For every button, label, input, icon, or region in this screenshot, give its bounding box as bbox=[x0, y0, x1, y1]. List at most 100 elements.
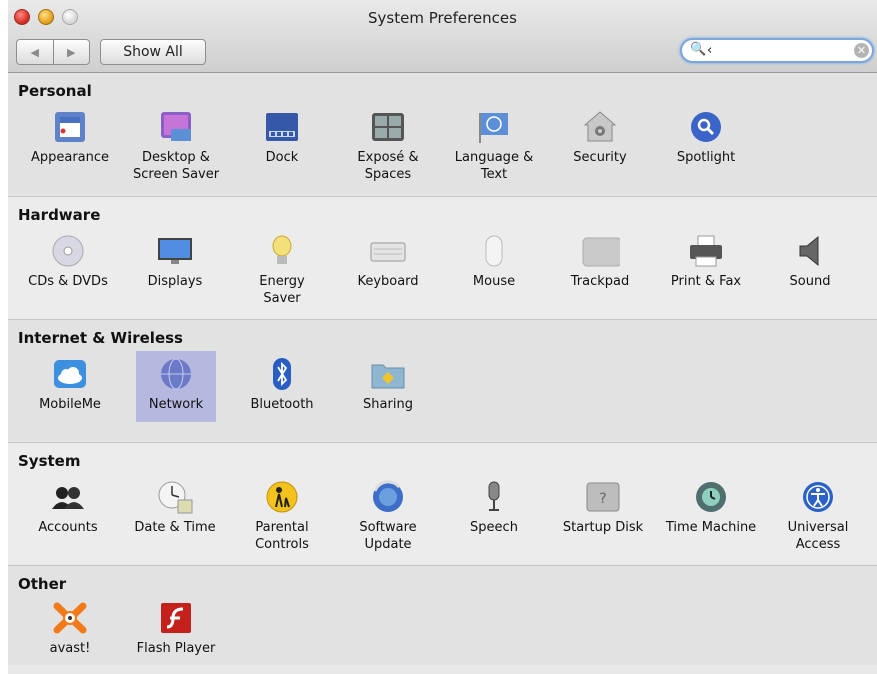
pref-mouse[interactable]: Mouse bbox=[451, 233, 537, 290]
pref-label: MobileMe bbox=[39, 397, 101, 412]
microphone-icon bbox=[474, 479, 514, 515]
pref-accounts[interactable]: Accounts bbox=[25, 479, 111, 536]
pref-label: Mouse bbox=[472, 274, 516, 289]
time-machine-icon bbox=[691, 479, 731, 515]
pref-spotlight[interactable]: Spotlight bbox=[663, 109, 749, 166]
search-input[interactable]: 🔍 ‹ ✕ bbox=[680, 38, 874, 63]
pref-energy-saver[interactable]: Energy Saver bbox=[239, 233, 325, 307]
pref-universal-access[interactable]: Universal Access bbox=[775, 479, 861, 553]
spotlight-icon bbox=[686, 109, 726, 145]
toolbar: System Preferences ◀ ▶ Show All 🔍 ‹ ✕ bbox=[8, 0, 877, 73]
forward-button[interactable]: ▶ bbox=[52, 40, 90, 64]
pref-label: Sound bbox=[789, 274, 831, 289]
pref-label: Keyboard bbox=[357, 274, 419, 289]
pref-label: Bluetooth bbox=[250, 397, 314, 412]
pref-label: CDs & DVDs bbox=[28, 274, 108, 289]
pref-label: Dock bbox=[265, 150, 299, 165]
pref-dock[interactable]: Dock bbox=[239, 109, 325, 166]
pref-flash-player[interactable]: Flash Player bbox=[133, 600, 219, 657]
search-value: ‹ bbox=[707, 43, 713, 58]
pref-expose-spaces[interactable]: Exposé & Spaces bbox=[345, 109, 431, 183]
pref-label: Print & Fax bbox=[670, 274, 742, 289]
pref-language-text[interactable]: Language & Text bbox=[451, 109, 537, 183]
printer-icon bbox=[686, 233, 726, 269]
pref-parental-controls[interactable]: Parental Controls bbox=[239, 479, 325, 553]
desktop-icon bbox=[156, 109, 196, 145]
pref-label: Network bbox=[148, 397, 204, 412]
accessibility-icon bbox=[798, 479, 838, 515]
show-all-button[interactable]: Show All bbox=[100, 39, 206, 65]
cloud-icon bbox=[50, 356, 90, 392]
pref-startup-disk[interactable]: ? Startup Disk bbox=[557, 479, 649, 536]
section-hardware: Hardware CDs & DVDs Displays Energy Save… bbox=[8, 196, 877, 318]
update-icon bbox=[368, 479, 408, 515]
pref-security[interactable]: Security bbox=[557, 109, 643, 166]
section-other: Other avast! Flash Player bbox=[8, 565, 877, 665]
pref-keyboard[interactable]: Keyboard bbox=[345, 233, 431, 290]
pref-label: Sharing bbox=[363, 397, 413, 412]
pref-label: Accounts bbox=[38, 520, 98, 535]
keyboard-icon bbox=[368, 233, 408, 269]
pref-appearance[interactable]: Appearance bbox=[27, 109, 113, 166]
energy-icon bbox=[262, 233, 302, 269]
trackpad-icon bbox=[580, 233, 620, 269]
appearance-icon bbox=[50, 109, 90, 145]
dock-icon bbox=[262, 109, 302, 145]
pref-label: Desktop & Screen Saver bbox=[133, 150, 220, 182]
section-title: Hardware bbox=[18, 206, 101, 224]
security-icon bbox=[580, 109, 620, 145]
pref-trackpad[interactable]: Trackpad bbox=[557, 233, 643, 290]
pref-mobileme[interactable]: MobileMe bbox=[27, 354, 113, 413]
pref-time-machine[interactable]: Time Machine bbox=[663, 479, 759, 536]
pref-label: Exposé & Spaces bbox=[357, 150, 419, 182]
pref-label: Energy Saver bbox=[259, 274, 305, 306]
pref-label: Security bbox=[573, 150, 627, 165]
pref-speech[interactable]: Speech bbox=[451, 479, 537, 536]
section-system: System Accounts Date & Time Parental Con… bbox=[8, 442, 877, 564]
svg-text:?: ? bbox=[599, 491, 606, 507]
pref-sharing[interactable]: Sharing bbox=[345, 354, 431, 413]
clock-icon bbox=[155, 479, 195, 515]
pref-cds-dvds[interactable]: CDs & DVDs bbox=[25, 233, 111, 290]
cd-icon bbox=[48, 233, 88, 269]
pref-desktop-screen-saver[interactable]: Desktop & Screen Saver bbox=[133, 109, 219, 183]
pref-label: Time Machine bbox=[665, 520, 757, 535]
clear-search-icon[interactable]: ✕ bbox=[854, 43, 869, 58]
pref-label: Trackpad bbox=[570, 274, 630, 289]
pref-label: Flash Player bbox=[136, 641, 216, 656]
users-icon bbox=[48, 479, 88, 515]
section-internet-wireless: Internet & Wireless MobileMe Network Blu… bbox=[8, 319, 877, 441]
display-icon bbox=[155, 233, 195, 269]
mouse-icon bbox=[474, 233, 514, 269]
pref-print-fax[interactable]: Print & Fax bbox=[663, 233, 749, 290]
section-title: Personal bbox=[18, 82, 92, 100]
expose-icon bbox=[368, 109, 408, 145]
section-title: Other bbox=[18, 575, 67, 593]
pref-displays[interactable]: Displays bbox=[132, 233, 218, 290]
pref-label: Displays bbox=[147, 274, 203, 289]
pref-label: Startup Disk bbox=[562, 520, 644, 535]
disk-icon: ? bbox=[583, 479, 623, 515]
pref-label: Speech bbox=[470, 520, 518, 535]
pref-software-update[interactable]: Software Update bbox=[345, 479, 431, 553]
parental-icon bbox=[262, 479, 302, 515]
search-icon: 🔍 bbox=[690, 42, 707, 57]
pref-label: Date & Time bbox=[134, 520, 216, 535]
window-title: System Preferences bbox=[368, 9, 517, 27]
section-title: System bbox=[18, 452, 81, 470]
navigation-buttons: ◀ ▶ bbox=[16, 39, 90, 65]
folder-icon bbox=[368, 356, 408, 392]
back-button[interactable]: ◀ bbox=[17, 40, 53, 64]
bluetooth-icon bbox=[262, 356, 302, 392]
flash-icon bbox=[156, 600, 196, 636]
pref-label: Language & Text bbox=[454, 150, 534, 182]
system-preferences-window: System Preferences ◀ ▶ Show All 🔍 ‹ ✕ Pe… bbox=[8, 0, 877, 674]
section-personal: Personal Appearance Desktop & Screen Sav… bbox=[8, 73, 877, 195]
globe-icon bbox=[156, 356, 196, 392]
pref-label: Appearance bbox=[30, 150, 110, 165]
pref-date-time[interactable]: Date & Time bbox=[132, 479, 218, 536]
pref-sound[interactable]: Sound bbox=[767, 233, 853, 290]
pref-bluetooth[interactable]: Bluetooth bbox=[239, 354, 325, 413]
pref-avast[interactable]: avast! bbox=[27, 600, 113, 657]
pref-network[interactable]: Network bbox=[136, 351, 216, 422]
